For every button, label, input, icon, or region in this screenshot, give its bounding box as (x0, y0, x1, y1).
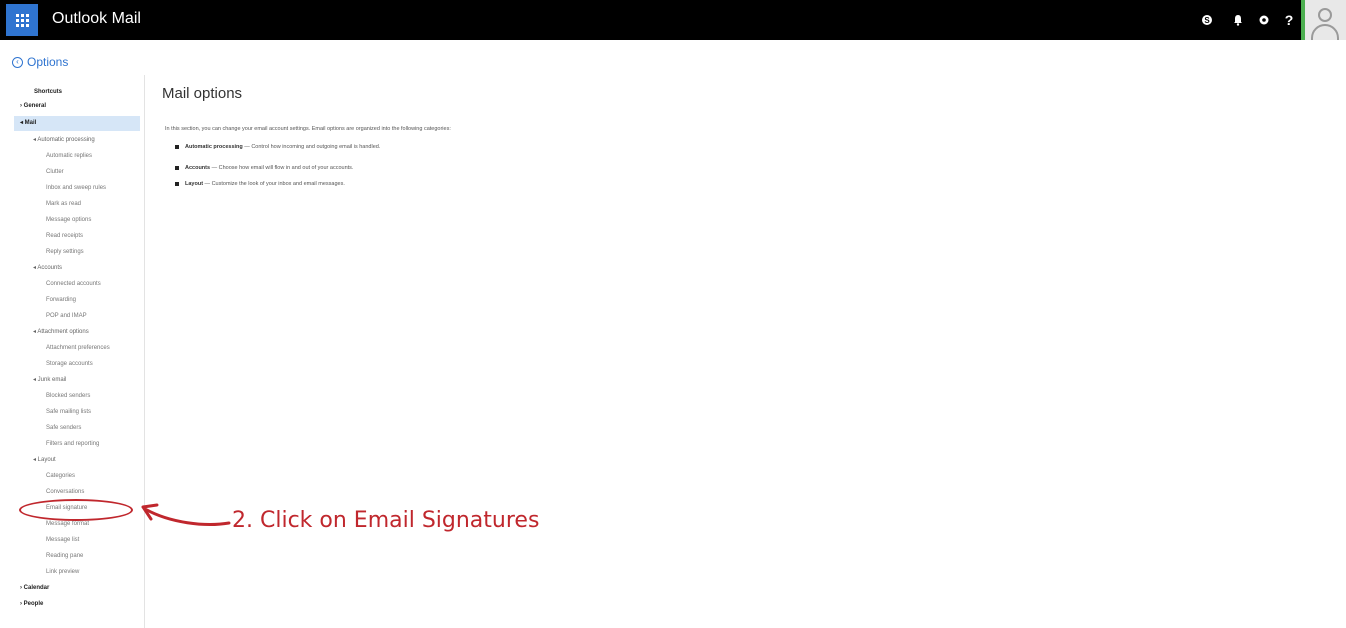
nav-layout[interactable]: ◂ Layout (33, 453, 56, 468)
nav-mark-as-read[interactable]: Mark as read (46, 197, 81, 212)
nav-junk-email[interactable]: ◂ Junk email (33, 373, 66, 388)
nav-filters-reporting[interactable]: Filters and reporting (46, 437, 99, 452)
top-bar: Outlook Mail S ? (0, 0, 1346, 40)
nav-attachment-preferences[interactable]: Attachment preferences (46, 341, 110, 356)
bell-icon[interactable] (1227, 9, 1249, 31)
nav-reply-settings[interactable]: Reply settings (46, 245, 84, 260)
nav-connected-accounts[interactable]: Connected accounts (46, 277, 101, 292)
bullet-text: — Customize the look of your inbox and e… (203, 181, 345, 187)
nav-safe-senders[interactable]: Safe senders (46, 421, 81, 436)
nav-people[interactable]: › People (20, 597, 43, 612)
nav-accounts[interactable]: ◂ Accounts (33, 261, 62, 276)
nav-forwarding[interactable]: Forwarding (46, 293, 76, 308)
annotation-ellipse (19, 499, 133, 521)
nav-inbox-rules[interactable]: Inbox and sweep rules (46, 181, 106, 196)
nav-message-options[interactable]: Message options (46, 213, 91, 228)
options-back-link[interactable]: ‹ Options (12, 55, 68, 69)
nav-general[interactable]: › General (20, 99, 46, 114)
bullet-label[interactable]: Accounts (185, 165, 210, 171)
nav-pop-imap[interactable]: POP and IMAP (46, 309, 87, 324)
nav-categories[interactable]: Categories (46, 469, 75, 484)
waffle-icon (15, 13, 29, 27)
options-nav: Shortcuts › General ◂ Mail ◂ Automatic p… (0, 75, 145, 628)
app-launcher-button[interactable] (6, 4, 38, 36)
bullet-icon (175, 145, 179, 149)
gear-icon[interactable] (1253, 9, 1275, 31)
nav-attachment-options[interactable]: ◂ Attachment options (33, 325, 89, 340)
options-label: Options (27, 55, 69, 69)
nav-automatic-processing[interactable]: ◂ Automatic processing (33, 133, 95, 148)
nav-safe-mailing-lists[interactable]: Safe mailing lists (46, 405, 91, 420)
nav-reading-pane[interactable]: Reading pane (46, 549, 83, 564)
nav-message-list[interactable]: Message list (46, 533, 79, 548)
nav-automatic-replies[interactable]: Automatic replies (46, 149, 92, 164)
nav-read-receipts[interactable]: Read receipts (46, 229, 83, 244)
nav-shortcuts[interactable]: Shortcuts (34, 85, 62, 100)
skype-icon[interactable]: S (1196, 9, 1218, 31)
intro-text: In this section, you can change your ema… (165, 126, 451, 132)
nav-clutter[interactable]: Clutter (46, 165, 64, 180)
nav-conversations[interactable]: Conversations (46, 485, 84, 500)
bullet-icon (175, 166, 179, 170)
help-icon[interactable]: ? (1278, 9, 1300, 31)
list-item: Layout — Customize the look of your inbo… (175, 181, 345, 187)
nav-blocked-senders[interactable]: Blocked senders (46, 389, 90, 404)
list-item: Automatic processing — Control how incom… (175, 144, 380, 150)
back-arrow-icon: ‹ (12, 56, 23, 68)
annotation-text: 2. Click on Email Signatures (232, 508, 540, 533)
page-title: Mail options (162, 85, 243, 102)
annotation-arrow-icon (141, 503, 231, 526)
nav-mail[interactable]: ◂ Mail (14, 116, 140, 131)
bullet-label[interactable]: Automatic processing (185, 144, 243, 150)
bullet-text: — Choose how email will flow in and out … (210, 165, 354, 171)
avatar-head-shape (1318, 8, 1332, 22)
bullet-label[interactable]: Layout (185, 181, 203, 187)
avatar[interactable] (1301, 0, 1346, 40)
avatar-body-shape (1311, 24, 1339, 40)
nav-storage-accounts[interactable]: Storage accounts (46, 357, 93, 372)
list-item: Accounts — Choose how email will flow in… (175, 165, 353, 171)
app-title[interactable]: Outlook Mail (52, 10, 141, 28)
svg-text:S: S (1204, 16, 1210, 25)
bullet-text: — Control how incoming and outgoing emai… (242, 144, 381, 150)
nav-calendar[interactable]: › Calendar (20, 581, 49, 596)
nav-link-preview[interactable]: Link preview (46, 565, 79, 580)
bullet-icon (175, 182, 179, 186)
